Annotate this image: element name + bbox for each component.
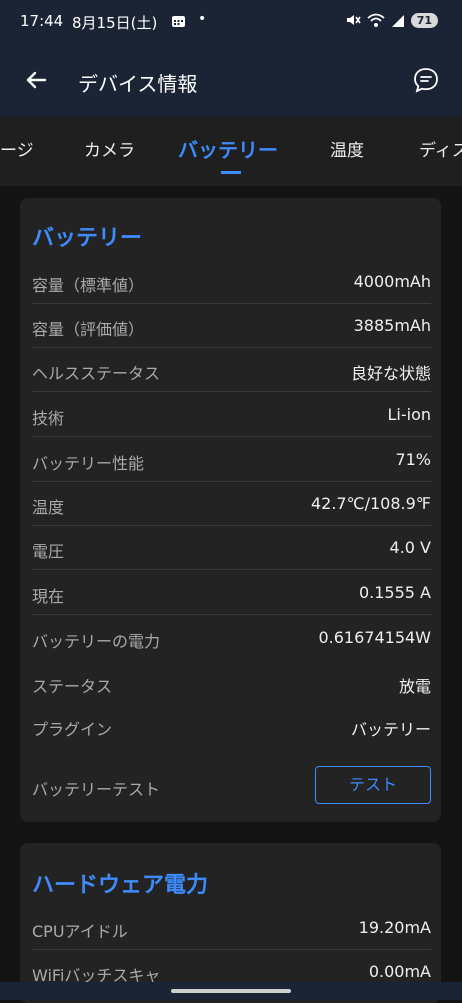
- battery-row-technology: 技術 Li-ion: [32, 393, 431, 437]
- tab-storage[interactable]: ージ: [0, 136, 34, 161]
- hardware-card-title: ハードウェア電力: [32, 873, 209, 898]
- row-value: 3885mAh: [353, 316, 431, 335]
- row-label: 技術: [32, 409, 65, 428]
- battery-row-plugged: プラグイン バッテリー: [32, 704, 431, 748]
- row-value: 良好な状態: [350, 364, 431, 383]
- row-label: ステータス: [32, 677, 113, 696]
- row-value: 0.61674154W: [318, 628, 431, 647]
- row-label: プラグイン: [32, 720, 113, 739]
- battery-row-current: 現在 0.1555 A: [32, 571, 431, 615]
- notification-dot: •: [198, 11, 207, 27]
- row-divider: [32, 614, 431, 615]
- battery-row-standard-capacity: 容量（標準値） 4000mAh: [32, 260, 431, 304]
- hardware-row-cpu-idle: CPUアイドル 19.20mA: [32, 906, 431, 950]
- row-divider: [32, 391, 431, 392]
- hardware-power-card: ハードウェア電力 CPUアイドル 19.20mA WiFiバッチスキャ 0.00…: [20, 843, 441, 1003]
- row-value: 4000mAh: [353, 272, 431, 291]
- row-label: バッテリーの電力: [32, 632, 161, 651]
- app-bar: デバイス情報: [0, 46, 462, 116]
- tab-bar: ージ カメラ バッテリー 温度 ディス: [0, 116, 462, 186]
- row-divider: [32, 436, 431, 437]
- wifi-icon: [367, 13, 385, 27]
- row-label: ヘルスステータス: [32, 364, 161, 383]
- mute-icon: [346, 15, 361, 25]
- row-label: CPUアイドル: [32, 922, 128, 941]
- row-label: バッテリー性能: [32, 454, 145, 473]
- row-label: 温度: [32, 498, 65, 517]
- row-label: 容量（評価値）: [32, 320, 145, 339]
- battery-row-power: バッテリーの電力 0.61674154W: [32, 616, 431, 660]
- battery-card-title: バッテリー: [32, 226, 143, 251]
- calendar-icon: [172, 16, 185, 27]
- status-icons: 71: [345, 12, 438, 28]
- back-arrow-icon[interactable]: [24, 68, 48, 92]
- row-label: 現在: [32, 587, 65, 606]
- status-date: 8月15日(土): [72, 14, 158, 32]
- status-time: 17:44: [20, 12, 64, 30]
- battery-row-performance: バッテリー性能 71%: [32, 438, 431, 482]
- row-value: 0.1555 A: [358, 583, 431, 602]
- battery-card: バッテリー 容量（標準値） 4000mAh 容量（評価値） 3885mAh ヘル…: [20, 198, 441, 822]
- row-label: 容量（標準値）: [32, 276, 145, 295]
- battery-row-estimated-capacity: 容量（評価値） 3885mAh: [32, 304, 431, 348]
- signal-icon: [391, 15, 404, 27]
- row-divider: [32, 569, 431, 570]
- home-gesture-handle[interactable]: [171, 989, 291, 993]
- navigation-bar: [0, 982, 462, 1000]
- row-label: 電圧: [32, 542, 65, 561]
- tab-camera[interactable]: カメラ: [84, 136, 135, 161]
- status-bar: 17:44 8月15日(土) • 71: [0, 0, 462, 46]
- page-title: デバイス情報: [78, 72, 198, 96]
- battery-test-button[interactable]: テスト: [315, 766, 431, 804]
- row-value: 4.0 V: [389, 538, 431, 557]
- row-value: バッテリー: [350, 720, 431, 739]
- tab-display[interactable]: ディス: [419, 136, 462, 161]
- battery-row-health: ヘルスステータス 良好な状態: [32, 348, 431, 392]
- row-value: Li-ion: [387, 405, 431, 424]
- row-value: 0.00mA: [368, 962, 431, 981]
- row-value: 放電: [398, 677, 431, 696]
- battery-level-badge: 71: [410, 12, 438, 28]
- battery-row-voltage: 電圧 4.0 V: [32, 526, 431, 570]
- row-value: 42.7℃/108.9℉: [310, 494, 431, 513]
- tab-temperature[interactable]: 温度: [330, 136, 364, 161]
- battery-row-status: ステータス 放電: [32, 661, 431, 705]
- row-value: 19.20mA: [358, 918, 431, 937]
- active-tab-indicator: [221, 171, 241, 174]
- battery-test-label: バッテリーテスト: [32, 780, 161, 799]
- feedback-icon[interactable]: [412, 66, 440, 94]
- battery-row-temperature: 温度 42.7℃/108.9℉: [32, 482, 431, 526]
- row-value: 71%: [395, 450, 431, 469]
- tab-battery[interactable]: バッテリー: [178, 134, 278, 163]
